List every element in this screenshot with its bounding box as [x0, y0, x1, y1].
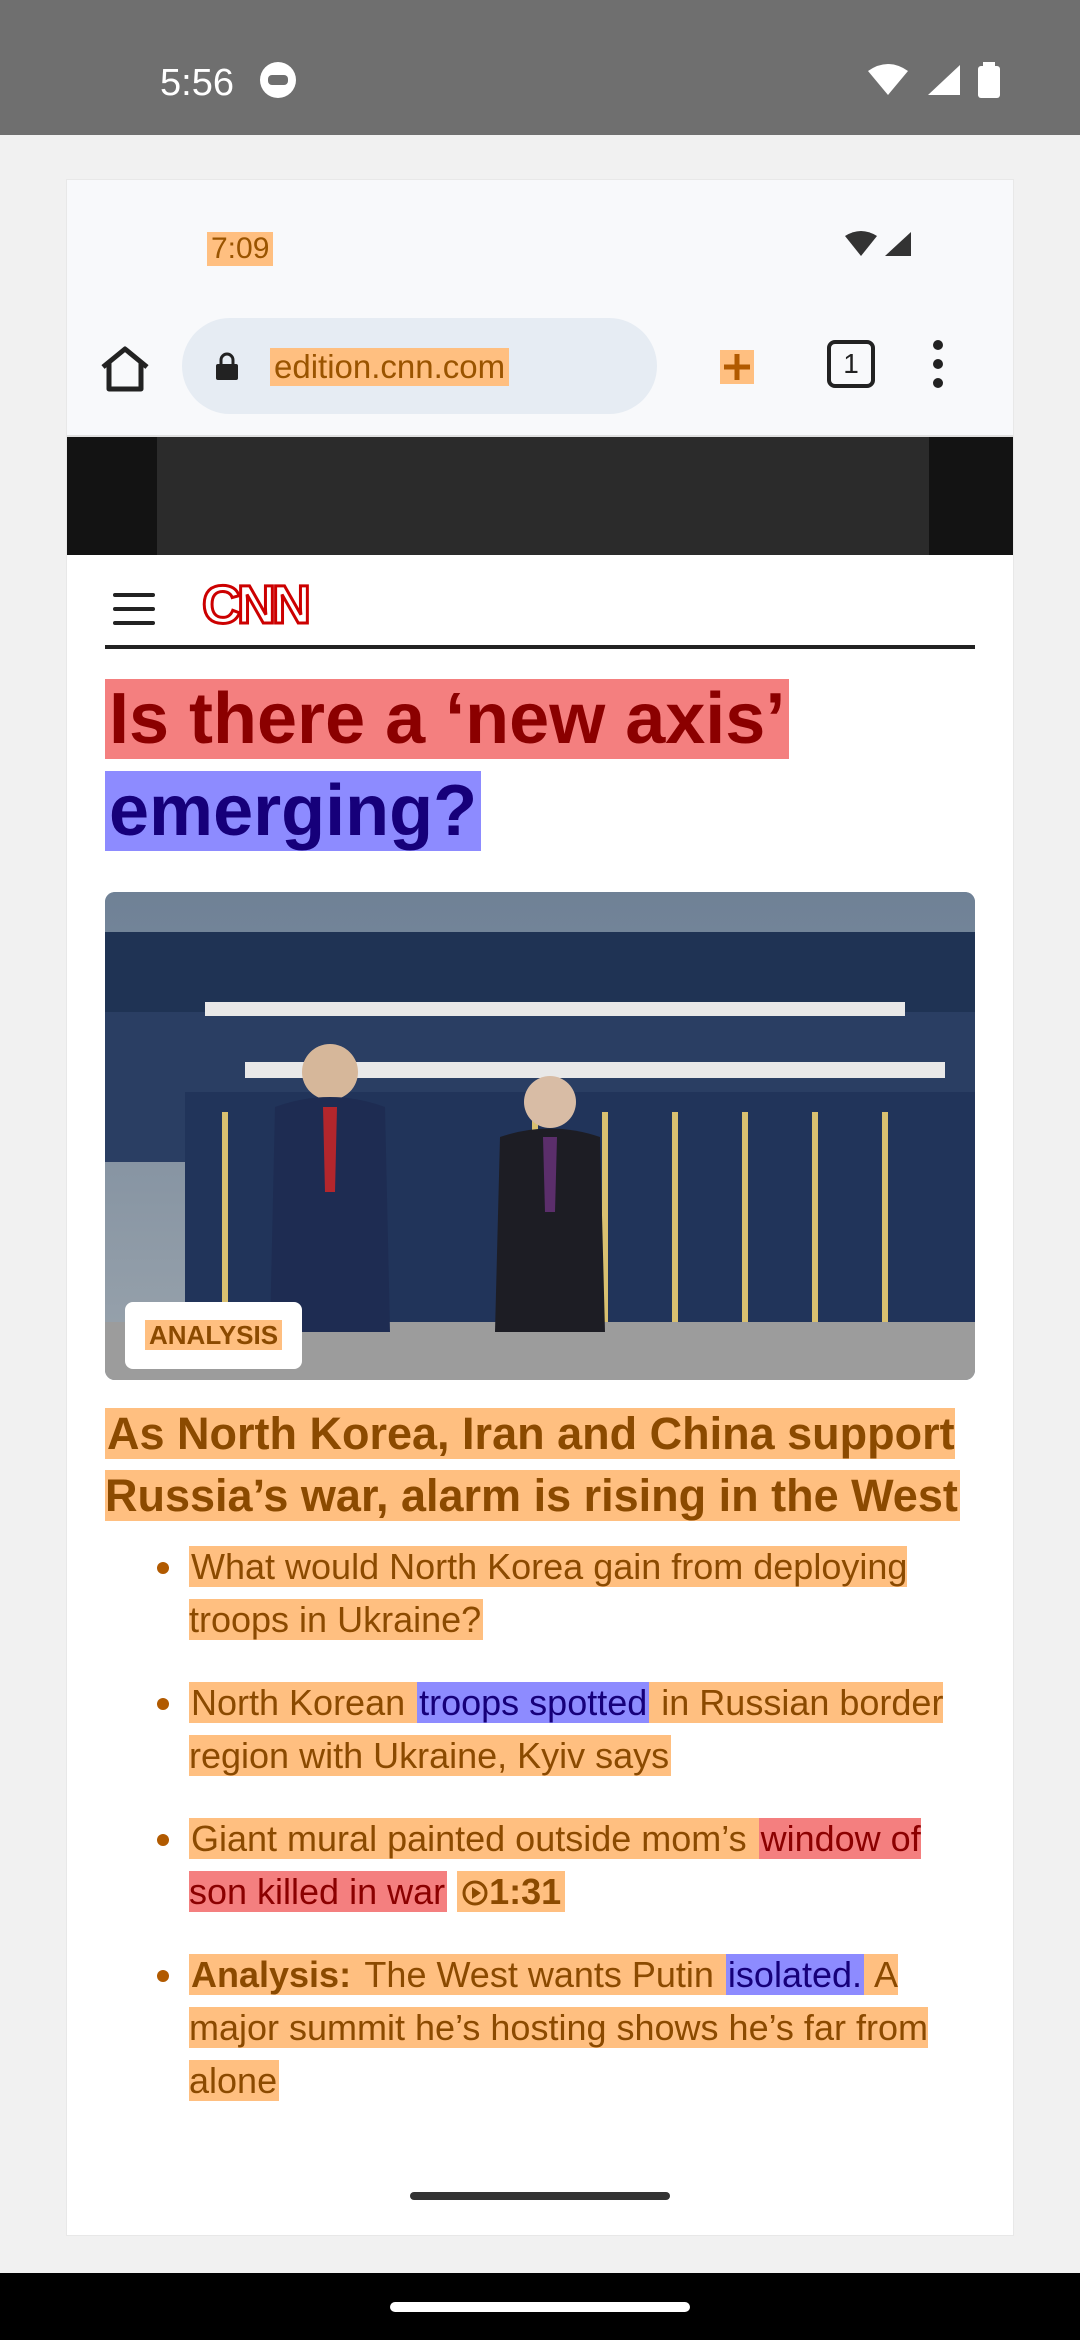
- subhead-text: As North Korea, Iran and China support R…: [105, 1408, 960, 1521]
- headline-part-2: emerging?: [105, 771, 482, 851]
- analysis-badge: ANALYSIS: [125, 1302, 303, 1369]
- inner-gesture-handle: [410, 2192, 670, 2200]
- overflow-menu-icon[interactable]: [933, 340, 943, 390]
- site-header: CNN: [105, 575, 975, 649]
- related-link-4-text-b: isolated.: [725, 1954, 865, 1995]
- headline-part-1: Is there a ‘new axis’: [105, 679, 790, 759]
- new-tab-icon[interactable]: [712, 342, 762, 392]
- url-text: edition.cnn.com: [270, 348, 510, 386]
- related-link-1-text: What would North Korea gain from deployi…: [189, 1546, 908, 1640]
- browser-window: 7:09 edition.cnn.com 1 CNN Is there a ‘n…: [67, 180, 1013, 2235]
- gesture-handle[interactable]: [390, 2302, 690, 2312]
- svg-text:CNN: CNN: [202, 575, 308, 635]
- article-subheadline[interactable]: As North Korea, Iran and China support R…: [105, 1403, 975, 1527]
- video-duration: 1:31: [457, 1871, 566, 1912]
- signal-icon: [928, 65, 960, 95]
- related-link-2-text-b: troops spotted: [417, 1682, 650, 1723]
- related-links-list: What would North Korea gain from deployi…: [157, 1540, 977, 2137]
- signal-icon: [885, 232, 911, 256]
- video-duration-text: 1:31: [489, 1871, 562, 1912]
- inner-status-icons: [843, 230, 913, 263]
- cnn-logo[interactable]: CNN: [200, 575, 320, 635]
- wifi-icon: [868, 64, 908, 95]
- related-link-1[interactable]: What would North Korea gain from deployi…: [157, 1540, 977, 1646]
- play-icon: [462, 1880, 488, 1906]
- article-headline[interactable]: Is there a ‘new axis’ emerging?: [105, 673, 975, 857]
- tab-switcher-button[interactable]: 1: [827, 340, 875, 388]
- inner-time: 7:09: [207, 232, 274, 266]
- lock-icon: [216, 352, 238, 380]
- related-link-4-text-a: The West wants Putin: [353, 1954, 726, 1995]
- badge-label: ANALYSIS: [145, 1320, 283, 1350]
- related-link-4[interactable]: Analysis: The West wants Putin isolated.…: [157, 1948, 977, 2107]
- address-bar[interactable]: edition.cnn.com: [182, 318, 657, 414]
- home-icon[interactable]: [97, 345, 153, 393]
- related-link-2-text-a: North Korean: [189, 1682, 418, 1723]
- analysis-label: Analysis:: [189, 1954, 354, 1995]
- ad-banner: [67, 437, 1013, 555]
- notification-icon: [260, 62, 296, 98]
- system-status-bar: 5:56: [0, 0, 1080, 135]
- wifi-icon: [844, 231, 877, 256]
- related-link-2[interactable]: North Korean troops spotted in Russian b…: [157, 1676, 977, 1782]
- system-status-icons: [866, 62, 1000, 98]
- related-link-3[interactable]: Giant mural painted outside mom’s window…: [157, 1812, 977, 1918]
- battery-icon: [978, 62, 1000, 98]
- system-time: 5:56: [160, 62, 234, 104]
- related-link-3-text-a: Giant mural painted outside mom’s: [189, 1818, 759, 1859]
- hero-image[interactable]: ANALYSIS: [105, 892, 975, 1380]
- browser-toolbar: edition.cnn.com 1: [67, 300, 1013, 437]
- inner-status-bar: 7:09: [67, 180, 1013, 300]
- article-page: CNN Is there a ‘new axis’ emerging? ANAL…: [67, 555, 1013, 2185]
- hamburger-menu-icon[interactable]: [113, 593, 155, 625]
